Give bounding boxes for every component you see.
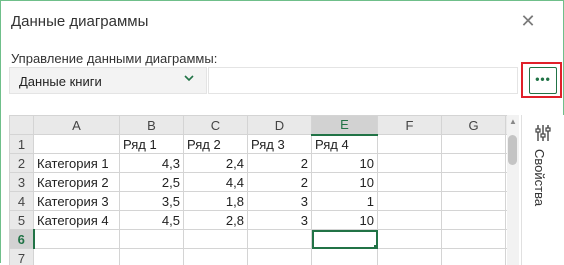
cell[interactable] — [442, 135, 506, 154]
cell[interactable]: Ряд 1 — [120, 135, 184, 154]
cell[interactable]: 3 — [248, 211, 312, 230]
data-range-input[interactable] — [208, 67, 518, 94]
cell[interactable]: 4,5 — [120, 211, 184, 230]
table-row: 6 — [10, 230, 513, 249]
cell[interactable] — [442, 211, 506, 230]
cell[interactable] — [378, 173, 442, 192]
row-header[interactable]: 6 — [10, 230, 34, 249]
cell[interactable] — [442, 230, 506, 249]
table-row: 4Категория 33,51,831 — [10, 192, 513, 211]
cell[interactable] — [312, 249, 378, 265]
dialog-title: Данные диаграммы — [11, 13, 148, 30]
cell[interactable] — [442, 249, 506, 265]
cell[interactable] — [378, 211, 442, 230]
cell[interactable]: 2 — [248, 154, 312, 173]
cell[interactable] — [378, 135, 442, 154]
cell[interactable]: 4,4 — [184, 173, 248, 192]
cell[interactable]: 2 — [248, 173, 312, 192]
cell[interactable]: Категория 1 — [34, 154, 120, 173]
cell[interactable] — [120, 249, 184, 265]
cell[interactable] — [34, 135, 120, 154]
cell[interactable] — [442, 173, 506, 192]
cell[interactable]: 2,8 — [184, 211, 248, 230]
data-source-dropdown[interactable]: Данные книги — [9, 67, 207, 94]
cell[interactable] — [378, 230, 442, 249]
properties-tab[interactable]: Свойства — [532, 149, 547, 206]
manage-data-label: Управление данными диаграммы: — [11, 51, 217, 66]
spreadsheet-grid[interactable]: ABCDEFG1Ряд 1Ряд 2Ряд 3Ряд 42Категория 1… — [9, 115, 521, 265]
table-row: 5Категория 44,52,8310 — [10, 211, 513, 230]
cell[interactable] — [34, 230, 120, 249]
chart-data-dialog: Данные диаграммы ✕ Управление данными ди… — [0, 0, 564, 263]
properties-panel: Свойства — [521, 115, 564, 265]
cell[interactable] — [442, 154, 506, 173]
column-header[interactable]: B — [120, 116, 184, 135]
cell[interactable] — [248, 249, 312, 265]
row-header[interactable]: 7 — [10, 249, 34, 265]
cell[interactable]: Ряд 4 — [312, 135, 378, 154]
cell[interactable]: 10 — [312, 154, 378, 173]
table-row: 3Категория 22,54,4210 — [10, 173, 513, 192]
cell[interactable] — [120, 230, 184, 249]
column-header[interactable]: F — [378, 116, 442, 135]
select-all-corner[interactable] — [10, 116, 34, 135]
row-header[interactable]: 1 — [10, 135, 34, 154]
fill-handle[interactable] — [374, 245, 378, 249]
cell[interactable] — [312, 230, 378, 249]
cell[interactable] — [378, 154, 442, 173]
sliders-icon[interactable] — [534, 124, 552, 142]
more-options-button[interactable]: ••• — [529, 67, 557, 94]
cell[interactable]: 10 — [312, 173, 378, 192]
cell[interactable]: Категория 4 — [34, 211, 120, 230]
cell[interactable] — [378, 249, 442, 265]
cell[interactable]: Ряд 3 — [248, 135, 312, 154]
cell[interactable]: 3,5 — [120, 192, 184, 211]
cell[interactable]: Категория 2 — [34, 173, 120, 192]
column-header[interactable]: G — [442, 116, 506, 135]
chevron-down-icon — [184, 72, 194, 86]
row-header[interactable]: 5 — [10, 211, 34, 230]
row-header[interactable]: 2 — [10, 154, 34, 173]
close-icon[interactable]: ✕ — [517, 10, 539, 32]
cell[interactable]: 2,4 — [184, 154, 248, 173]
row-header[interactable]: 4 — [10, 192, 34, 211]
column-header[interactable]: C — [184, 116, 248, 135]
scroll-up-icon[interactable]: ▲ — [508, 117, 518, 126]
cell[interactable]: 4,3 — [120, 154, 184, 173]
cell[interactable]: Ряд 2 — [184, 135, 248, 154]
cell[interactable]: 3 — [248, 192, 312, 211]
column-header[interactable]: E — [312, 116, 378, 135]
table-row: 2Категория 14,32,4210 — [10, 154, 513, 173]
cell[interactable] — [184, 249, 248, 265]
column-header[interactable]: A — [34, 116, 120, 135]
table-row: 7 — [10, 249, 513, 265]
cell[interactable]: 10 — [312, 211, 378, 230]
cell[interactable]: 2,5 — [120, 173, 184, 192]
data-source-value: Данные книги — [19, 74, 102, 89]
cell[interactable] — [442, 192, 506, 211]
cell[interactable] — [34, 249, 120, 265]
vertical-scrollbar[interactable]: ▲ — [507, 115, 519, 265]
cell[interactable]: Категория 3 — [34, 192, 120, 211]
column-header[interactable]: D — [248, 116, 312, 135]
scroll-thumb[interactable] — [508, 135, 517, 165]
cell[interactable] — [184, 230, 248, 249]
cell[interactable] — [248, 230, 312, 249]
cell[interactable]: 1,8 — [184, 192, 248, 211]
cell[interactable] — [378, 192, 442, 211]
cell[interactable]: 1 — [312, 192, 378, 211]
table-row: 1 Ряд 1Ряд 2Ряд 3Ряд 4 — [10, 135, 513, 154]
row-header[interactable]: 3 — [10, 173, 34, 192]
